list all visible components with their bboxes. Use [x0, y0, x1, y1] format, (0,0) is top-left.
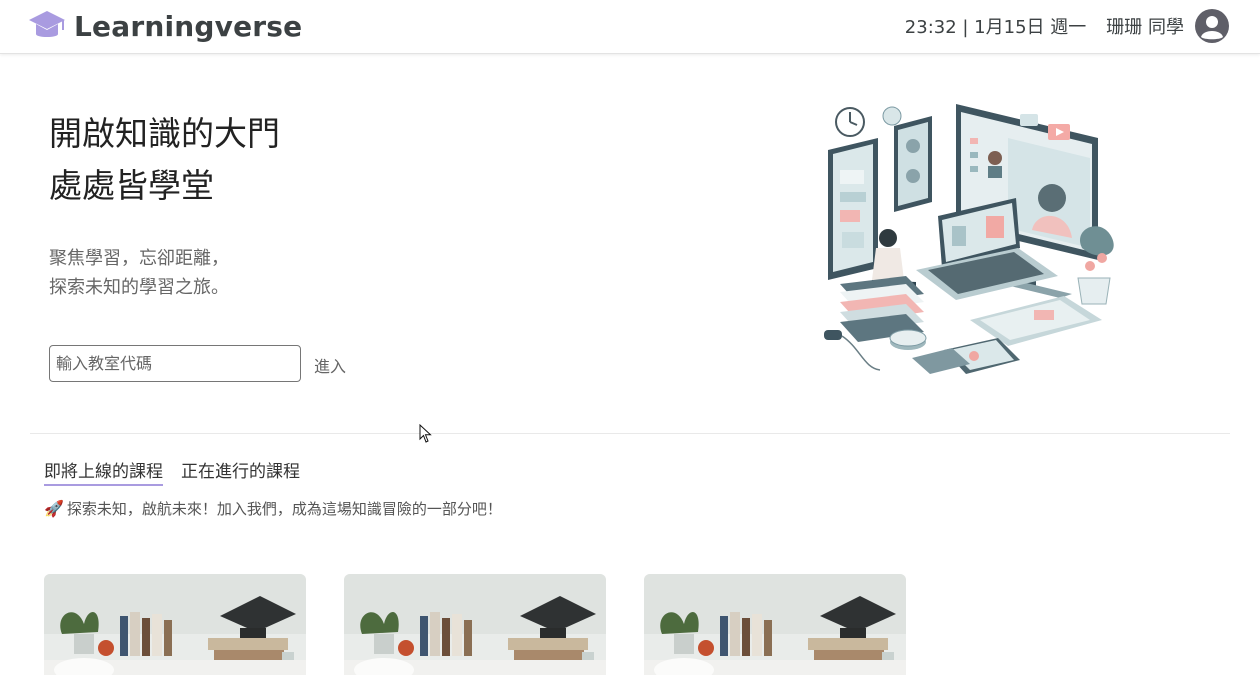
- course-card-image: [44, 574, 306, 675]
- course-card-image: [644, 574, 906, 675]
- course-card[interactable]: [44, 574, 306, 675]
- top-navbar: Learningverse 23:32 | 1月15日 週一 珊珊 同學: [0, 0, 1260, 54]
- hero-subtitle-line1: 聚焦學習，忘卻距離，: [49, 248, 229, 269]
- online-learning-illustration: [824, 104, 1114, 374]
- hero-title-line2: 處處皆學堂: [49, 166, 214, 205]
- hero-subtitle-line2: 探索未知的學習之旅。: [49, 277, 229, 298]
- enter-button[interactable]: 進入: [314, 353, 346, 377]
- hero-subtitle: 聚焦學習，忘卻距離， 探索未知的學習之旅。: [49, 244, 229, 302]
- course-card[interactable]: [344, 574, 606, 675]
- graduation-cap-icon: [29, 11, 65, 37]
- hero-title: 開啟知識的大門 處處皆學堂: [49, 108, 280, 212]
- hero-title-line1: 開啟知識的大門: [49, 114, 280, 153]
- tab-upcoming-courses[interactable]: 即將上線的課程: [44, 457, 163, 486]
- user-avatar-icon[interactable]: [1194, 8, 1230, 44]
- rocket-icon: 🚀: [44, 499, 64, 518]
- user-name[interactable]: 珊珊 同學: [1106, 13, 1184, 39]
- app-logo[interactable]: Learningverse: [28, 8, 302, 44]
- section-divider: [30, 433, 1230, 434]
- app-name: Learningverse: [74, 9, 303, 43]
- tab-ongoing-courses[interactable]: 正在進行的課程: [181, 457, 300, 486]
- course-card-image: [344, 574, 606, 675]
- classroom-code-input[interactable]: [49, 345, 301, 382]
- course-card[interactable]: [644, 574, 906, 675]
- course-tabs: 即將上線的課程 正在進行的課程: [44, 457, 300, 486]
- course-tagline: 🚀 探索未知，啟航未來！加入我們，成為這場知識冒險的一部分吧！: [44, 498, 502, 519]
- current-datetime: 23:32 | 1月15日 週一: [904, 17, 1087, 38]
- tagline-text: 探索未知，啟航未來！加入我們，成為這場知識冒險的一部分吧！: [66, 500, 502, 518]
- mouse-pointer-icon: [419, 424, 432, 443]
